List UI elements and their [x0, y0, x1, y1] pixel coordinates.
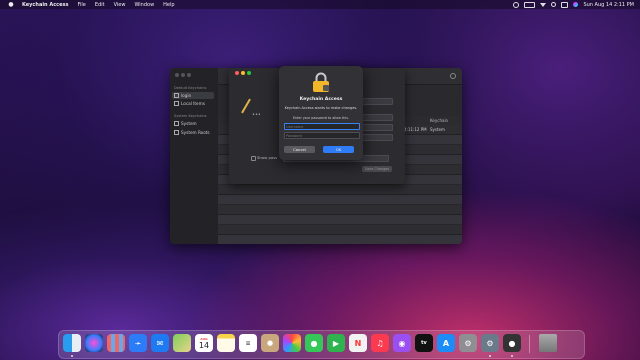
dock-divider — [529, 335, 530, 353]
menu-app-name[interactable]: Keychain Access — [22, 2, 69, 8]
clock-text[interactable]: Sun Aug 14 2:11 PM — [583, 2, 634, 8]
password-field[interactable] — [284, 132, 360, 139]
photos-icon[interactable] — [283, 334, 301, 352]
zoom-button[interactable] — [247, 71, 251, 75]
menu-view[interactable]: View — [114, 2, 126, 8]
calendar-day: 14 — [198, 340, 210, 350]
window-controls — [175, 73, 191, 77]
sidebar-item-label: System Roots — [181, 130, 210, 135]
sidebar: Default Keychains login Local Items Syst… — [170, 68, 218, 244]
mail-icon[interactable]: ✉ — [151, 334, 169, 352]
search-icon[interactable] — [551, 2, 557, 7]
zoom-button[interactable] — [187, 73, 191, 77]
lock-icon — [174, 130, 179, 135]
username-field[interactable] — [284, 123, 360, 130]
battery-icon[interactable] — [524, 1, 536, 8]
lock-icon — [313, 72, 329, 92]
row-date: 4:11:12 PM — [404, 127, 427, 132]
siri-icon[interactable] — [85, 334, 103, 352]
table-row[interactable] — [218, 225, 462, 235]
wifi-icon[interactable] — [540, 2, 547, 7]
menu-bar: ● Keychain Access File Edit View Window … — [0, 0, 640, 9]
calendar-icon[interactable]: AUG 14 — [195, 334, 213, 352]
contacts-icon[interactable]: ● — [261, 334, 279, 352]
notes-icon[interactable] — [217, 334, 235, 352]
sidebar-group-default: Default Keychains — [174, 86, 207, 90]
siri-icon[interactable] — [573, 2, 579, 7]
save-changes-button[interactable]: Save Changes — [362, 166, 392, 172]
sidebar-item-login[interactable]: login — [172, 92, 214, 99]
pencil-icon — [241, 98, 251, 114]
apple-tv-icon[interactable]: tv — [415, 334, 433, 352]
safari-icon[interactable]: ➛ — [129, 334, 147, 352]
auth-dialog: Keychain Access Keychain Access wants to… — [279, 66, 363, 160]
news-icon[interactable]: N — [349, 334, 367, 352]
facetime-icon[interactable]: ▶ — [327, 334, 345, 352]
podcasts-icon[interactable]: ◉ — [393, 334, 411, 352]
running-indicator — [71, 355, 73, 357]
keychain-icon — [174, 93, 179, 98]
show-password-label: Show password: — [257, 155, 277, 160]
apple-menu-icon[interactable]: ● — [8, 1, 14, 8]
launchpad-icon[interactable] — [107, 334, 125, 352]
menu-file[interactable]: File — [78, 2, 86, 8]
music-icon[interactable]: ♫ — [371, 334, 389, 352]
close-button[interactable] — [235, 71, 239, 75]
ok-button[interactable]: OK — [323, 146, 354, 153]
table-row[interactable] — [218, 185, 462, 195]
column-header-keychain[interactable]: Keychain — [430, 118, 448, 123]
menu-help[interactable]: Help — [163, 2, 174, 8]
show-password-checkbox[interactable] — [251, 156, 256, 161]
maps-icon[interactable] — [173, 334, 191, 352]
table-row[interactable] — [218, 205, 462, 215]
lock-icon — [174, 121, 179, 126]
keychain-icon — [174, 101, 179, 106]
accessibility-icon[interactable]: ● — [503, 334, 521, 352]
status-circle-icon[interactable] — [513, 1, 520, 8]
messages-icon[interactable]: ● — [305, 334, 323, 352]
menu-edit[interactable]: Edit — [95, 2, 105, 8]
sidebar-group-system: System Keychains — [174, 114, 207, 118]
sidebar-item-system[interactable]: System — [174, 121, 197, 126]
row-keychain: System — [430, 127, 445, 132]
menu-window[interactable]: Window — [134, 2, 154, 8]
trash-icon[interactable] — [539, 334, 557, 352]
sidebar-item-local-items[interactable]: Local Items — [174, 101, 205, 106]
dialog-prompt: Enter your password to allow this. — [292, 116, 350, 120]
table-row[interactable] — [218, 235, 462, 244]
dialog-message: Keychain Access wants to make changes. — [284, 106, 358, 110]
keychain-access-icon[interactable]: ⚙ — [481, 334, 499, 352]
table-row[interactable] — [218, 215, 462, 225]
system-preferences-icon[interactable]: ⚙ — [459, 334, 477, 352]
sidebar-item-system-roots[interactable]: System Roots — [174, 130, 210, 135]
info-icon[interactable] — [450, 73, 456, 79]
minimize-button[interactable] — [241, 71, 245, 75]
sidebar-item-label: Local Items — [181, 101, 205, 106]
app-store-icon[interactable]: A — [437, 334, 455, 352]
window-controls — [235, 71, 251, 75]
reminders-icon[interactable]: ≡ — [239, 334, 257, 352]
minimize-button[interactable] — [181, 73, 185, 77]
table-row[interactable] — [218, 195, 462, 205]
running-indicator — [511, 355, 513, 357]
more-dots-icon: ••• — [252, 112, 261, 118]
finder-icon[interactable] — [63, 334, 81, 352]
control-center-icon[interactable] — [561, 1, 569, 8]
cancel-button[interactable]: Cancel — [284, 146, 315, 153]
sidebar-item-label: System — [181, 121, 197, 126]
sidebar-item-label: login — [181, 93, 192, 98]
dock: ➛ ✉ AUG 14 ≡ ● ● ▶ N ♫ ◉ tv A ⚙ ⚙ ● — [58, 330, 585, 359]
dialog-title: Keychain Access — [299, 97, 343, 102]
running-indicator — [489, 355, 491, 357]
close-button[interactable] — [175, 73, 179, 77]
